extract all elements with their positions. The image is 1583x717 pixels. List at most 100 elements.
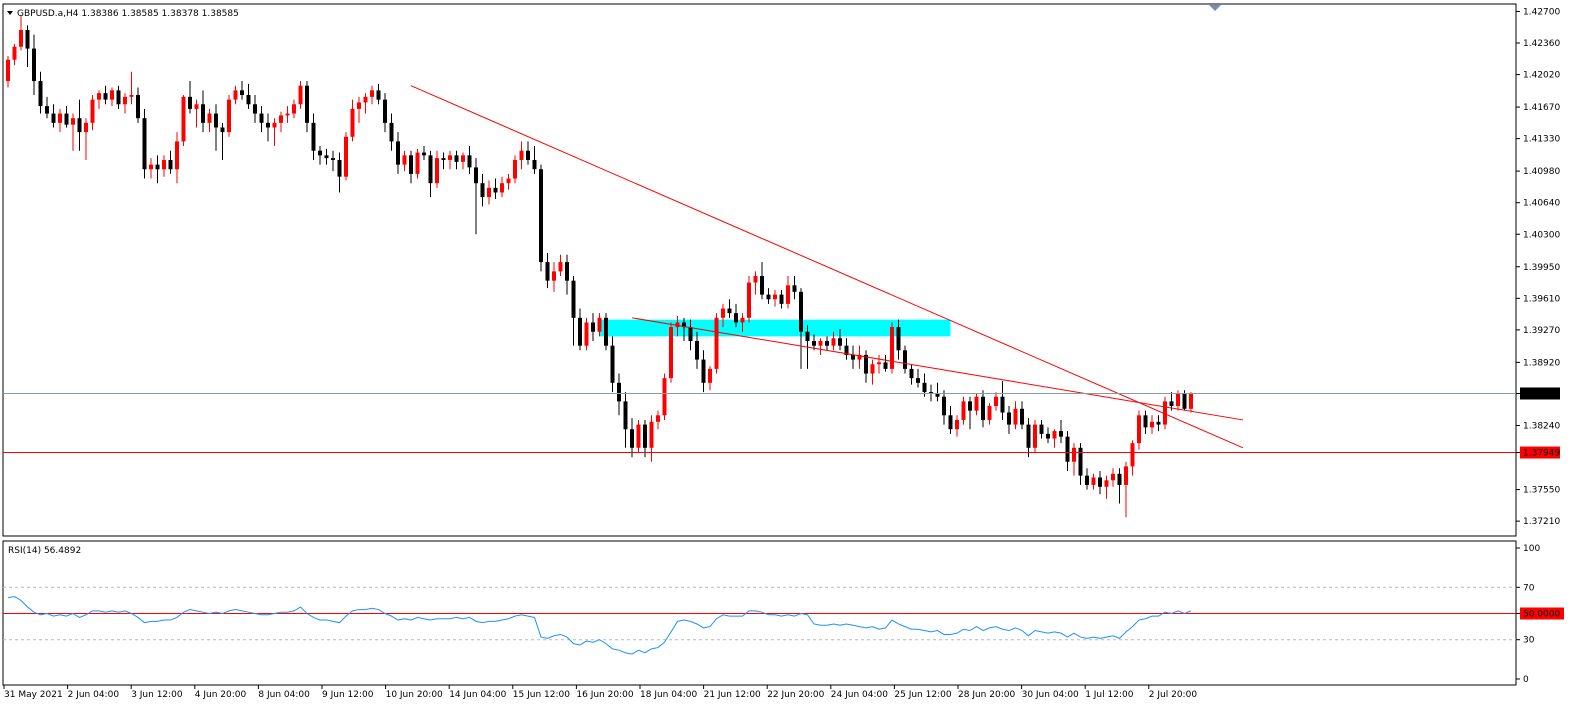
price-tick-label: 1.41670: [1523, 103, 1560, 113]
candle-body: [38, 81, 43, 107]
candle-body: [155, 164, 160, 170]
candle-body: [246, 94, 251, 105]
time-tick-label: 16 Jun 20:00: [576, 690, 633, 700]
price-pane-frame: [2, 3, 1517, 537]
candle-body: [773, 294, 777, 300]
candle-body: [812, 341, 816, 346]
candle-body: [552, 271, 556, 281]
candle-body: [708, 368, 712, 383]
candle-body: [240, 90, 244, 95]
time-tick-label: 31 May 2021: [4, 690, 63, 700]
candle-body: [1059, 431, 1063, 437]
candle-body: [539, 169, 543, 263]
candle-body: [558, 262, 563, 272]
candle-body: [519, 150, 524, 160]
candle-body: [740, 317, 745, 323]
candle-body: [1137, 415, 1141, 444]
candle-body: [84, 122, 88, 133]
candle-body: [123, 96, 127, 105]
candle-body: [207, 113, 212, 123]
time-tick-label: 25 Jun 12:00: [894, 690, 951, 700]
candle-body: [396, 141, 400, 165]
price-tick-label: 1.40300: [1523, 230, 1560, 240]
candle-body: [994, 396, 998, 407]
candle-body: [1111, 473, 1115, 481]
candle-body: [805, 331, 810, 342]
candle-body: [1007, 412, 1011, 425]
candle-body: [90, 99, 95, 123]
candle-body: [760, 276, 764, 295]
candle-body: [864, 354, 868, 374]
price-axis: 1.42700 1.42360 1.42020 1.41670 1.41330 1.409…: [1516, 7, 1560, 527]
candle-body: [389, 122, 394, 142]
candle-body: [376, 90, 381, 100]
candle-body: [1143, 415, 1148, 428]
candle-body: [870, 364, 875, 374]
candle-body: [493, 187, 498, 193]
rsi-tick-label: 70: [1523, 583, 1535, 593]
candle-body: [532, 159, 537, 170]
price-tick-label: 1.40980: [1523, 167, 1560, 177]
candle-body: [71, 118, 75, 125]
candle-body: [58, 113, 62, 123]
candle-body: [441, 158, 446, 160]
rsi-tick-label: 0: [1523, 675, 1529, 685]
candle-body: [1065, 436, 1070, 462]
candle-body: [220, 127, 225, 133]
chart-canvas[interactable]: 1.42700 1.42360 1.42020 1.41670 1.41330 1.409…: [0, 0, 1583, 713]
candle-body: [1117, 473, 1122, 485]
candle-body: [480, 183, 485, 198]
candle-body: [974, 396, 979, 411]
candle-body: [630, 429, 634, 448]
candle-body: [591, 322, 595, 332]
candle-body: [259, 113, 264, 123]
price-tick-label: 1.40640: [1523, 199, 1560, 209]
candle-body: [461, 155, 465, 162]
candle-body: [578, 317, 582, 346]
candle-body: [45, 106, 49, 114]
price-tick-label: 1.42700: [1523, 7, 1560, 17]
candle-body: [12, 46, 17, 60]
candle-body: [279, 115, 283, 123]
price-tick-label: 1.41330: [1523, 135, 1560, 145]
candle-body: [695, 341, 699, 360]
candle-body: [383, 99, 387, 123]
candle-body: [474, 167, 478, 184]
price-tick-label: 1.37550: [1523, 486, 1560, 496]
candle-body: [610, 345, 615, 383]
time-tick-label: 15 Jun 12:00: [513, 690, 570, 700]
candle-body: [1150, 421, 1154, 428]
candle-body: [1026, 424, 1031, 448]
rsi-tick-label: 100: [1523, 544, 1540, 554]
price-tick-label: 1.37949: [1523, 449, 1560, 459]
price-tick-label: 1.42360: [1523, 39, 1560, 49]
candle-body: [1169, 401, 1174, 407]
chart-window[interactable]: 1.42700 1.42360 1.42020 1.41670 1.41330 1.409…: [0, 0, 1583, 713]
candle-body: [656, 415, 660, 422]
candle-body: [753, 276, 758, 283]
price-tick-label: 1.39950: [1523, 263, 1560, 273]
candle-body: [513, 159, 517, 179]
candle-body: [311, 122, 316, 151]
candle-body: [1046, 433, 1050, 439]
candle-body: [25, 29, 30, 49]
candle-body: [188, 96, 192, 109]
candle-body: [1039, 424, 1044, 434]
candle-body: [344, 136, 348, 177]
candle-body: [6, 59, 10, 82]
candle-body: [734, 313, 738, 323]
candle-body: [831, 338, 836, 346]
price-tick-label: 1.42020: [1523, 71, 1560, 81]
candle-body: [285, 113, 290, 116]
candle-body: [292, 104, 296, 114]
rsi-axis: 100 70 50.0000 30 0: [1516, 544, 1564, 685]
candle-body: [1091, 477, 1096, 485]
price-tick-label: 1.39270: [1523, 326, 1560, 336]
candle-body: [129, 94, 134, 97]
candle-body: [623, 401, 628, 430]
candle-body: [116, 90, 121, 105]
price-tick-label: 1.37210: [1523, 517, 1560, 527]
candle-body: [214, 113, 218, 128]
candle-body: [786, 285, 790, 304]
candle-body: [1176, 393, 1180, 407]
